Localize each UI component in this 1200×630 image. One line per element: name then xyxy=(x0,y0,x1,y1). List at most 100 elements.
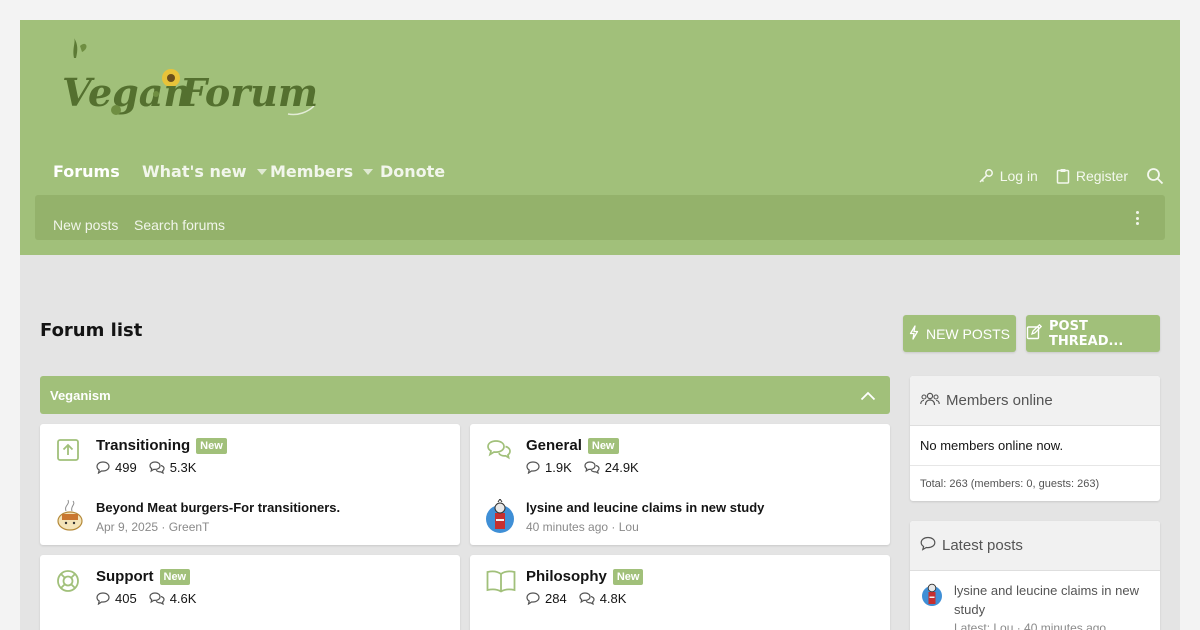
last-post-meta[interactable]: Apr 9, 2025 · GreenT xyxy=(96,520,209,534)
chevron-up-icon[interactable] xyxy=(860,388,876,406)
forum-title[interactable]: Support New xyxy=(96,568,191,585)
list-item[interactable]: lysine and leucine claims in new study L… xyxy=(910,571,1160,630)
lightning-icon xyxy=(909,324,919,343)
latest-post-title[interactable]: lysine and leucine claims in new study xyxy=(954,581,1150,619)
forum-name[interactable]: Philosophy xyxy=(526,568,607,585)
forum-name[interactable]: General xyxy=(526,437,582,454)
site-header: Vegan Forum Forums What's new Members Do… xyxy=(20,20,1180,255)
last-post-title[interactable]: Beyond Meat burgers-For transitioners. xyxy=(96,500,340,515)
forum-name[interactable]: Support xyxy=(96,568,154,585)
new-badge: New xyxy=(196,437,227,454)
last-post-meta[interactable]: 40 minutes ago · Lou xyxy=(526,520,639,534)
members-online-total: Total: 263 (members: 0, guests: 263) xyxy=(920,478,1100,490)
new-posts-button[interactable]: NEW POSTS xyxy=(903,315,1016,352)
users-icon xyxy=(920,392,940,410)
message-count: 4.6K xyxy=(169,591,197,606)
latest-posts-block: Latest posts lysine and leucine claims i… xyxy=(910,521,1160,630)
comment-icon xyxy=(920,536,936,555)
page: Vegan Forum Forums What's new Members Do… xyxy=(20,20,1180,630)
open-book-icon xyxy=(486,569,516,593)
arrow-up-box-icon xyxy=(56,438,80,462)
category-title[interactable]: Veganism xyxy=(50,388,111,403)
messages-stat: 5.3K xyxy=(149,460,197,475)
comment-icon xyxy=(96,592,110,605)
tab-forums-label: Forums xyxy=(53,162,120,181)
svg-text:Vegan: Vegan xyxy=(62,70,191,115)
subnav-search-forums[interactable]: Search forums xyxy=(134,217,225,233)
tab-members[interactable]: Members xyxy=(270,162,374,181)
tab-members-label: Members xyxy=(270,162,354,181)
chevron-down-icon[interactable] xyxy=(256,168,267,175)
more-options-icon[interactable] xyxy=(1135,211,1139,225)
message-count: 4.8K xyxy=(599,591,627,606)
login-link[interactable]: Log in xyxy=(978,168,1038,184)
post-thread-label: POST THREAD... xyxy=(1049,318,1124,349)
new-posts-label: NEW POSTS xyxy=(925,325,1010,342)
page-title: Forum list xyxy=(40,320,143,341)
forum-card-general[interactable]: General New 1.9K 24.9K lysine and leucin… xyxy=(470,424,890,545)
register-link[interactable]: Register xyxy=(1056,168,1128,184)
comment-icon xyxy=(96,461,110,474)
svg-text:Forum: Forum xyxy=(179,70,318,115)
members-online-title: Members online xyxy=(946,392,1053,409)
thread-count: 405 xyxy=(115,591,137,606)
comment-icon xyxy=(526,592,540,605)
thread-count: 499 xyxy=(115,460,137,475)
avatar[interactable] xyxy=(484,498,516,533)
new-badge: New xyxy=(587,437,619,454)
chat-bubbles-icon xyxy=(486,438,511,462)
search-button[interactable] xyxy=(1146,167,1164,185)
threads-stat: 284 xyxy=(526,591,567,606)
search-icon xyxy=(1146,167,1164,185)
message-count: 24.9K xyxy=(604,460,639,475)
members-online-text: No members online now. xyxy=(910,426,1160,466)
tab-whats-new-label: What's new xyxy=(142,162,247,181)
forum-card-philosophy[interactable]: Philosophy New 284 4.8K xyxy=(470,555,890,630)
comments-icon xyxy=(584,461,600,474)
tab-forums[interactable]: Forums xyxy=(53,162,120,181)
site-logo[interactable]: Vegan Forum xyxy=(58,36,318,118)
avatar[interactable] xyxy=(920,581,944,607)
register-label: Register xyxy=(1075,168,1128,184)
last-post-title[interactable]: lysine and leucine claims in new study xyxy=(526,500,764,515)
key-icon xyxy=(978,168,994,184)
login-label: Log in xyxy=(999,168,1038,184)
latest-post-meta[interactable]: Latest: Lou · 40 minutes ago xyxy=(954,621,1150,630)
post-thread-button[interactable]: POST THREAD... xyxy=(1026,315,1160,352)
thread-count: 1.9K xyxy=(545,460,572,475)
tab-donate-label: Donote xyxy=(380,162,446,181)
new-badge: New xyxy=(159,568,191,585)
forum-title[interactable]: General New xyxy=(526,437,619,454)
comments-icon xyxy=(579,592,595,605)
subnav-new-posts[interactable]: New posts xyxy=(53,217,118,233)
latest-posts-title: Latest posts xyxy=(942,537,1023,554)
new-badge: New xyxy=(612,568,644,585)
latest-posts-header[interactable]: Latest posts xyxy=(910,521,1160,571)
forum-stats: 405 4.6K xyxy=(96,591,196,606)
lifebuoy-icon xyxy=(56,569,80,593)
messages-stat: 24.9K xyxy=(584,460,639,475)
message-count: 5.3K xyxy=(169,460,197,475)
forum-name[interactable]: Transitioning xyxy=(96,437,190,454)
forum-stats: 1.9K 24.9K xyxy=(526,460,639,475)
tab-whats-new[interactable]: What's new xyxy=(142,162,267,181)
messages-stat: 4.6K xyxy=(149,591,197,606)
forum-card-support[interactable]: Support New 405 4.6K xyxy=(40,555,460,630)
members-online-header[interactable]: Members online xyxy=(910,376,1160,426)
threads-stat: 405 xyxy=(96,591,137,606)
edit-icon xyxy=(1026,323,1043,344)
threads-stat: 499 xyxy=(96,460,137,475)
comments-icon xyxy=(149,461,165,474)
forum-title[interactable]: Transitioning New xyxy=(96,437,227,454)
forum-stats: 284 4.8K xyxy=(526,591,626,606)
comments-icon xyxy=(149,592,165,605)
sub-nav: New posts Search forums xyxy=(35,195,1165,240)
account-links: Log in Register xyxy=(978,158,1164,194)
members-online-block: Members online No members online now. To… xyxy=(910,376,1160,501)
avatar[interactable] xyxy=(54,499,86,533)
forum-title[interactable]: Philosophy New xyxy=(526,568,644,585)
threads-stat: 1.9K xyxy=(526,460,572,475)
forum-card-transitioning[interactable]: Transitioning New 499 5.3K Beyond Meat b… xyxy=(40,424,460,545)
chevron-down-icon[interactable] xyxy=(363,168,374,175)
tab-donate[interactable]: Donote xyxy=(380,162,445,181)
